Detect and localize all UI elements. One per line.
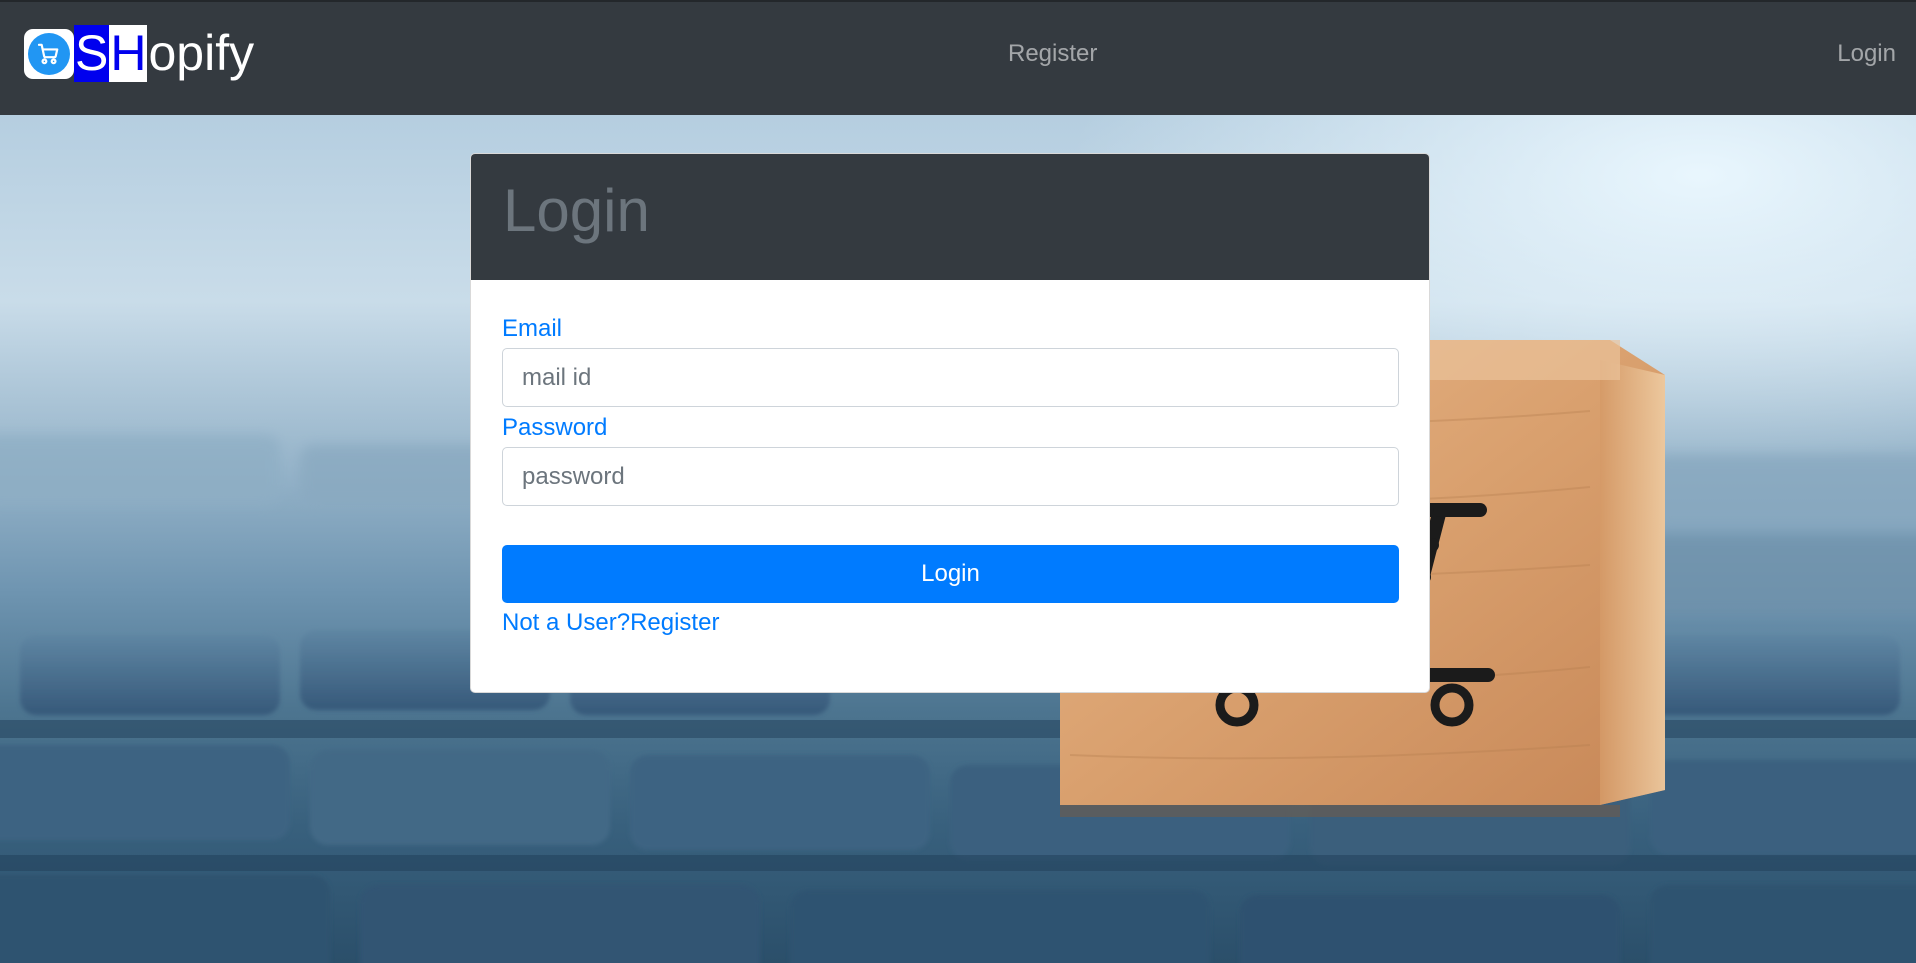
brand-link[interactable]: S H opify [24,25,254,82]
password-field[interactable] [502,447,1399,506]
register-prompt: Not a User?Register [502,608,1398,638]
login-card-header: Login [471,154,1429,280]
brand-suffix: opify [148,25,255,81]
top-navbar: S H opify Register Login [0,0,1916,115]
register-prompt-text: Not a User? [502,609,631,636]
register-link[interactable]: Register [630,609,719,636]
login-title: Login [503,177,650,244]
brand-letter-h: H [109,25,148,82]
nav-login-link[interactable]: Login [1837,40,1896,68]
password-label: Password [502,414,608,441]
nav-register-link[interactable]: Register [1008,40,1097,68]
login-card: Login Email Password Login Not a User?Re… [470,153,1430,693]
brand-name: S H opify [74,25,254,82]
brand-letter-s: S [74,25,110,82]
login-button[interactable]: Login [502,545,1399,603]
shopping-cart-icon [24,28,74,79]
email-label: Email [502,315,563,342]
login-form: Email Password Login Not a User?Register [471,280,1429,638]
email-field[interactable] [502,348,1399,407]
